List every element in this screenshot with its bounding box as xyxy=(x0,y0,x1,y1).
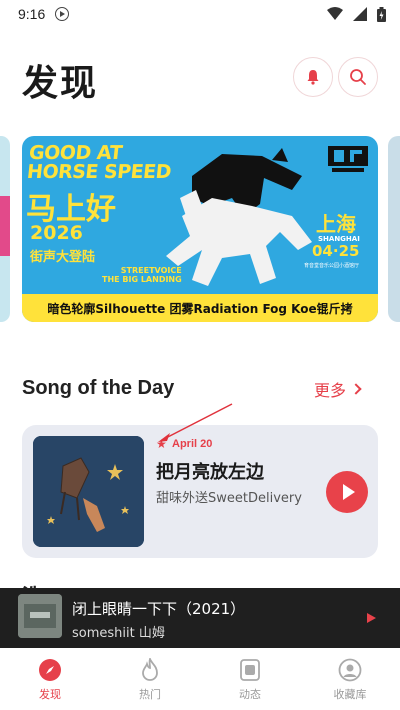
mini-player[interactable]: 闭上眼睛一下下（2021） someshiit 山姆 xyxy=(0,588,400,648)
status-time: 9:16 xyxy=(18,6,46,22)
banner-prev-peek[interactable] xyxy=(0,136,10,322)
signal-icon xyxy=(353,7,367,21)
status-icons xyxy=(327,6,386,22)
search-button[interactable] xyxy=(338,57,378,97)
banner-next-peek[interactable] xyxy=(388,136,400,322)
bottom-navigation: 发现 热门 动态 收藏库 xyxy=(0,648,400,710)
nav-label-feed: 动态 xyxy=(239,688,261,701)
banner-year: 2026 xyxy=(30,222,83,244)
mini-player-title: 闭上眼睛一下下（2021） xyxy=(72,600,246,618)
horse-illustration xyxy=(166,148,312,286)
more-label: 更多 xyxy=(314,381,347,400)
song-of-the-day-card[interactable]: ★ April 20 把月亮放左边 甜味外送SweetDelivery xyxy=(22,425,378,558)
song-artist: 甜味外送SweetDelivery xyxy=(156,491,302,506)
nav-label-hot: 热门 xyxy=(139,688,161,701)
battery-icon xyxy=(377,6,386,22)
song-title: 把月亮放左边 xyxy=(156,462,264,483)
star-icon: ★ xyxy=(156,437,167,451)
banner-lineup: 暗色轮廓Silhouette 团雾Radiation Fog Koe锟斤拷 xyxy=(22,294,378,322)
nav-label-library: 收藏库 xyxy=(333,688,367,701)
nav-hot[interactable]: 热门 xyxy=(100,648,200,710)
album-cover xyxy=(33,436,144,547)
song-date: April 20 xyxy=(172,438,213,450)
album-art-illustration xyxy=(33,436,144,547)
banner-carousel[interactable]: GOOD AT HORSE SPEED 马上好 2026 街声大登陆 STREET… xyxy=(0,136,400,324)
nav-feed[interactable]: 动态 xyxy=(200,648,300,710)
mini-player-cover xyxy=(18,594,62,638)
streetvoice-logo xyxy=(328,146,368,172)
nav-library[interactable]: 收藏库 xyxy=(300,648,400,710)
banner-date: 04·25 xyxy=(312,242,360,260)
banner-event-name: 街声大登陆 xyxy=(30,250,96,265)
mini-player-artist: someshiit 山姆 xyxy=(72,626,165,641)
event-banner[interactable]: GOOD AT HORSE SPEED 马上好 2026 街声大登陆 STREET… xyxy=(22,136,378,322)
chevron-right-icon xyxy=(350,383,362,395)
profile-icon xyxy=(338,658,362,682)
compass-icon xyxy=(39,659,61,681)
banner-city: 上海 xyxy=(316,212,356,236)
bell-icon xyxy=(307,70,319,85)
flame-icon xyxy=(142,658,158,681)
wifi-icon xyxy=(327,7,343,20)
nav-discover[interactable]: 发现 xyxy=(0,648,100,710)
more-link[interactable]: 更多 xyxy=(314,377,362,401)
nav-label-discover: 发现 xyxy=(39,688,61,701)
banner-venue: 育音堂音乐公园小酒馆厅 xyxy=(304,263,360,269)
notification-button[interactable] xyxy=(293,57,333,97)
feed-icon xyxy=(240,659,260,681)
play-button[interactable] xyxy=(326,471,368,513)
media-playing-icon xyxy=(55,7,70,21)
status-bar: 9:16 xyxy=(0,0,400,28)
mini-player-play-button[interactable] xyxy=(367,613,376,623)
page-title: 发现 xyxy=(22,63,99,104)
section-title-song-of-the-day: Song of the Day xyxy=(22,377,175,399)
search-icon xyxy=(350,69,366,85)
